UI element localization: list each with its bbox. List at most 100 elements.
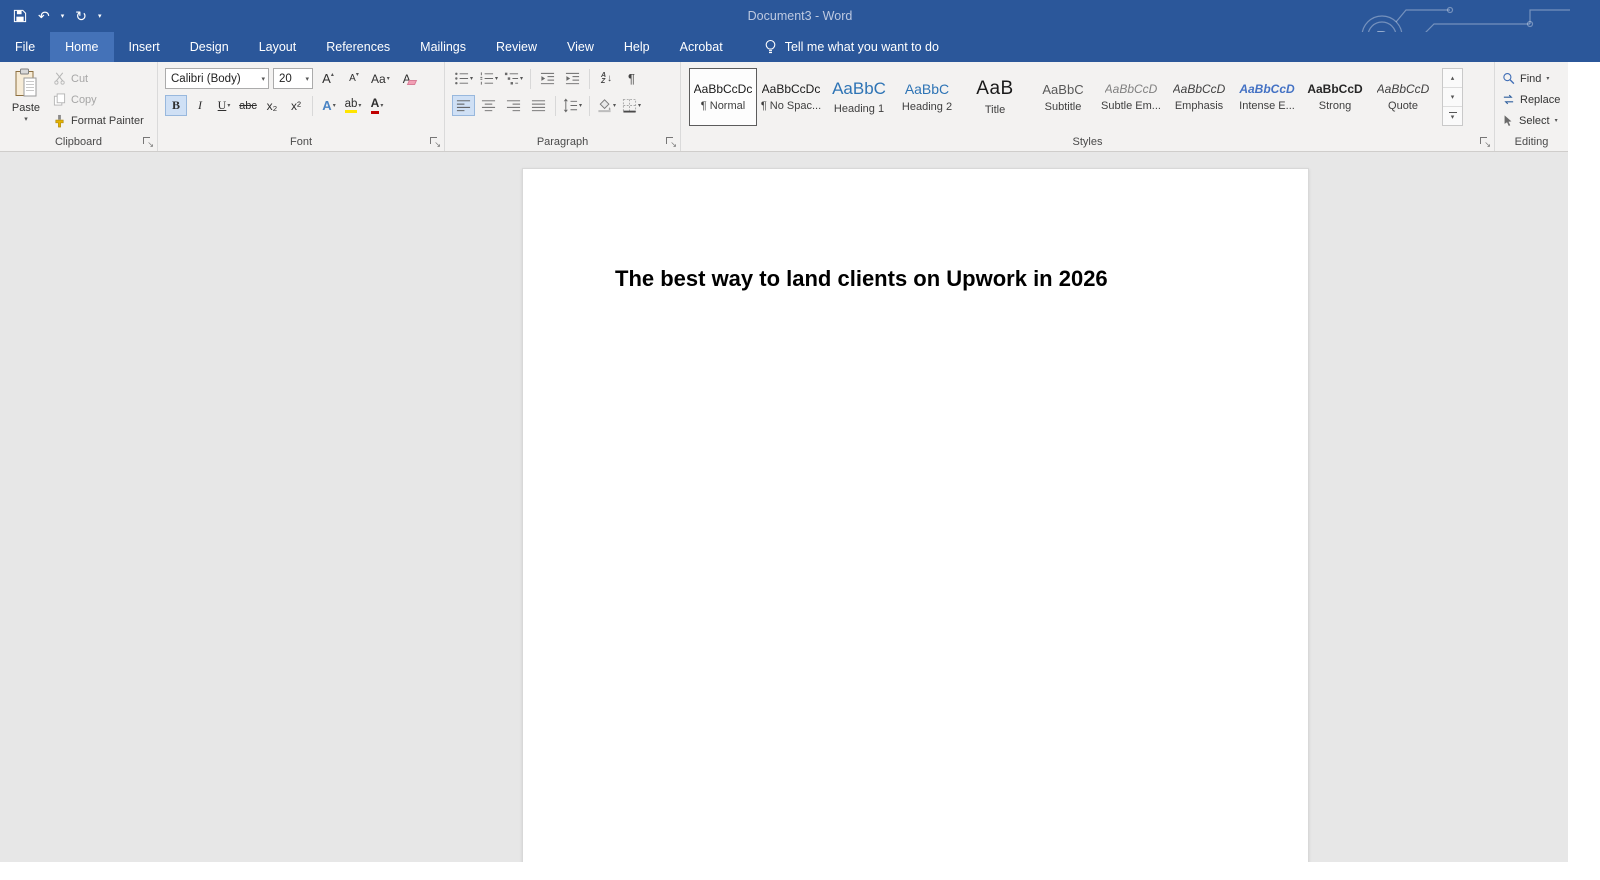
sort-button[interactable]: AZ ↓: [595, 68, 618, 89]
tell-me-box[interactable]: Tell me what you want to do: [764, 32, 939, 62]
change-case-button[interactable]: Aa ▾: [369, 68, 392, 89]
styles-dialog-launcher[interactable]: [1479, 136, 1491, 149]
tab-design[interactable]: Design: [175, 32, 244, 62]
italic-button[interactable]: I: [189, 95, 211, 116]
multilevel-list-caret-icon[interactable]: ▾: [520, 75, 523, 82]
show-paragraph-marks-button[interactable]: ¶: [620, 68, 643, 89]
text-effects-button[interactable]: A ▾: [318, 95, 340, 116]
line-spacing-button[interactable]: ▾: [561, 95, 584, 116]
tab-insert[interactable]: Insert: [114, 32, 175, 62]
bold-button[interactable]: B: [165, 95, 187, 116]
numbering-caret-icon[interactable]: ▾: [495, 75, 498, 82]
font-color-caret-icon[interactable]: ▾: [380, 102, 383, 109]
text-effects-caret-icon[interactable]: ▾: [333, 102, 336, 109]
cut-button[interactable]: Cut: [50, 68, 147, 89]
strikethrough-button[interactable]: abc: [237, 95, 259, 116]
borders-caret-icon[interactable]: ▾: [638, 102, 641, 109]
style-normal[interactable]: AaBbCcDc ¶ Normal: [689, 68, 757, 126]
superscript-button[interactable]: x²: [285, 95, 307, 116]
style-subtle-emphasis[interactable]: AaBbCcD Subtle Em...: [1097, 68, 1165, 126]
increase-indent-button[interactable]: [561, 68, 584, 89]
find-caret-icon[interactable]: ▾: [1546, 75, 1549, 82]
font-color-button[interactable]: A ▾: [366, 95, 388, 116]
document-page[interactable]: The best way to land clients on Upwork i…: [522, 168, 1309, 862]
font-dialog-launcher[interactable]: [429, 136, 441, 149]
clear-formatting-button[interactable]: A: [396, 68, 418, 89]
align-left-icon: [456, 100, 471, 112]
tab-home[interactable]: Home: [50, 32, 114, 62]
multilevel-list-button[interactable]: ▾: [502, 68, 525, 89]
font-name-combo[interactable]: Calibri (Body) ▾: [165, 68, 269, 89]
tab-acrobat[interactable]: Acrobat: [665, 32, 738, 62]
shading-button[interactable]: ▾: [595, 95, 618, 116]
styles-more-button[interactable]: ▾: [1443, 107, 1462, 125]
undo-button[interactable]: ↶: [38, 9, 50, 23]
select-caret-icon[interactable]: ▾: [1555, 117, 1558, 124]
style-name: Strong: [1318, 100, 1352, 112]
font-name-value: Calibri (Body): [171, 72, 241, 85]
bullets-button[interactable]: ▾: [452, 68, 475, 89]
justify-button[interactable]: [527, 95, 550, 116]
clipboard-dialog-launcher[interactable]: [142, 136, 154, 149]
styles-scroll-up-button[interactable]: ▴: [1443, 69, 1462, 88]
tab-mailings[interactable]: Mailings: [405, 32, 481, 62]
customize-quick-access-button[interactable]: ▾: [98, 12, 102, 20]
style-intense-emphasis[interactable]: AaBbCcD Intense E...: [1233, 68, 1301, 126]
style-heading-2[interactable]: AaBbC Heading 2: [893, 68, 961, 126]
find-button[interactable]: Find ▾: [1502, 68, 1568, 89]
underline-caret-icon[interactable]: ▾: [227, 102, 230, 109]
style-name: Heading 1: [833, 103, 885, 115]
tab-review-label: Review: [496, 40, 538, 54]
editing-group: Find ▾ Replace Select ▾ Editing: [1495, 62, 1568, 151]
style-emphasis[interactable]: AaBbCcD Emphasis: [1165, 68, 1233, 126]
tab-view[interactable]: View: [552, 32, 609, 62]
select-button[interactable]: Select ▾: [1502, 110, 1568, 131]
align-right-button[interactable]: [502, 95, 525, 116]
style-heading-1[interactable]: AaBbC Heading 1: [825, 68, 893, 126]
style-name: Subtitle: [1044, 100, 1082, 113]
document-heading[interactable]: The best way to land clients on Upwork i…: [615, 266, 1268, 292]
tab-references[interactable]: References: [311, 32, 405, 62]
style-strong[interactable]: AaBbCcD Strong: [1301, 68, 1369, 126]
copy-button[interactable]: Copy: [50, 89, 147, 110]
shading-caret-icon[interactable]: ▾: [613, 102, 616, 109]
align-left-button[interactable]: [452, 95, 475, 116]
bullets-caret-icon[interactable]: ▾: [470, 75, 473, 82]
font-size-combo[interactable]: 20 ▾: [273, 68, 313, 89]
save-button[interactable]: [13, 9, 27, 23]
quick-access-toolbar: ↶ ▾ ↻ ▾: [0, 0, 112, 32]
style-preview: AaBbC: [1042, 81, 1084, 97]
line-spacing-caret-icon[interactable]: ▾: [579, 102, 582, 109]
format-painter-button[interactable]: Format Painter: [50, 110, 147, 131]
tab-file[interactable]: File: [0, 32, 50, 62]
tab-help[interactable]: Help: [609, 32, 665, 62]
style-subtitle[interactable]: AaBbC Subtitle: [1029, 68, 1097, 126]
style-quote[interactable]: AaBbCcD Quote: [1369, 68, 1437, 126]
numbering-button[interactable]: ▾: [477, 68, 500, 89]
align-center-button[interactable]: [477, 95, 500, 116]
text-highlight-button[interactable]: ab ▾: [342, 95, 364, 116]
underline-button[interactable]: U ▾: [213, 95, 235, 116]
subscript-button[interactable]: x₂: [261, 95, 283, 116]
shrink-font-button[interactable]: A ▾: [343, 68, 365, 89]
paragraph-dialog-launcher[interactable]: [665, 136, 677, 149]
redo-button[interactable]: ↻: [75, 9, 87, 23]
style-title[interactable]: AaB Title: [961, 68, 1029, 126]
tab-review[interactable]: Review: [481, 32, 552, 62]
tab-layout[interactable]: Layout: [244, 32, 312, 62]
replace-button[interactable]: Replace: [1502, 89, 1568, 110]
decrease-indent-button[interactable]: [536, 68, 559, 89]
select-cursor-icon: [1504, 115, 1512, 126]
undo-dropdown-caret-icon[interactable]: ▾: [61, 12, 65, 20]
paste-button[interactable]: Paste ▾: [3, 64, 49, 132]
borders-button[interactable]: ▾: [620, 95, 643, 116]
strikethrough-label: abc: [239, 99, 257, 112]
titlebar: ↶ ▾ ↻ ▾ Document3 - Word R: [0, 0, 1600, 62]
style-no-spacing[interactable]: AaBbCcDc ¶ No Spac...: [757, 68, 825, 126]
replace-icon: [1503, 94, 1514, 105]
text-highlight-caret-icon[interactable]: ▾: [358, 102, 361, 109]
eraser-icon: [406, 79, 417, 85]
paste-dropdown-caret-icon[interactable]: ▾: [24, 115, 28, 123]
grow-font-button[interactable]: A ▴: [317, 68, 339, 89]
styles-scroll-down-button[interactable]: ▾: [1443, 88, 1462, 107]
